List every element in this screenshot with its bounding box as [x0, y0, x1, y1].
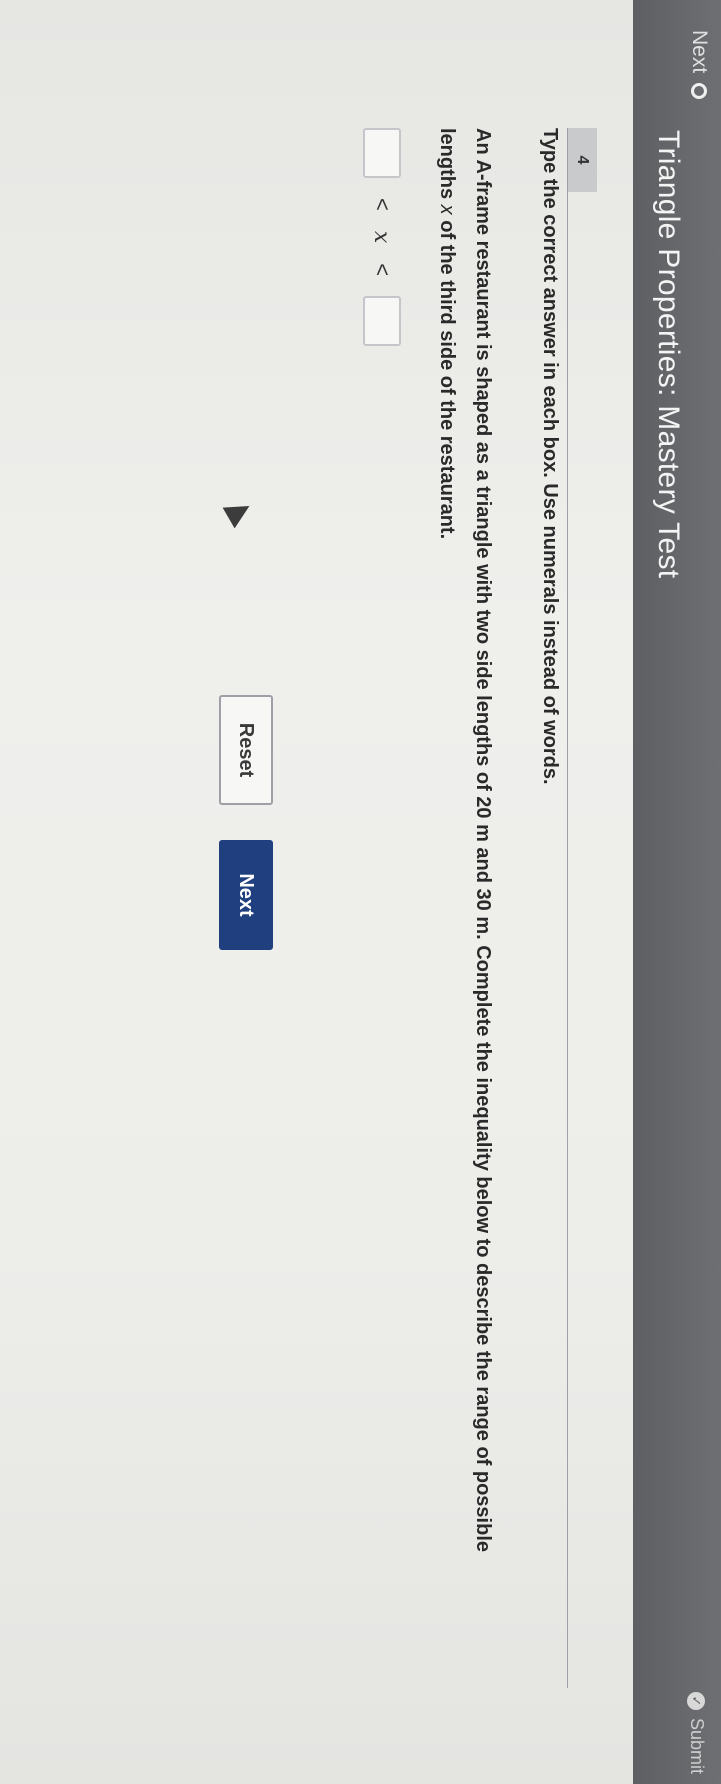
circle-icon	[691, 83, 707, 100]
submit-button[interactable]: ✓ Submit	[686, 1691, 707, 1774]
question-prompt: An A-frame restaurant is shaped as a tri…	[429, 128, 501, 1668]
less-than-symbol: <	[370, 198, 395, 211]
top-bar: Next Triangle Properties: Mastery Test ✓…	[633, 0, 721, 1784]
page-title: Triangle Properties: Mastery Test	[652, 130, 685, 579]
instruction-text: Type the correct answer in each box. Use…	[539, 128, 561, 785]
lower-bound-input[interactable]	[363, 128, 401, 178]
less-than-symbol: <	[370, 263, 395, 277]
prompt-line-2-start: lengths	[436, 128, 458, 205]
prompt-variable: x	[436, 204, 458, 215]
inequality-row: < x <	[363, 128, 401, 347]
nav-next-button[interactable]: Next	[687, 30, 711, 100]
mouse-pointer-icon	[222, 495, 256, 529]
test-page: Next Triangle Properties: Mastery Test ✓…	[0, 0, 721, 1784]
nav-next-label: Next	[688, 30, 711, 74]
question-number: 4	[567, 128, 597, 192]
next-button[interactable]: Next	[219, 840, 273, 950]
divider	[567, 128, 568, 1688]
reset-button[interactable]: Reset	[219, 695, 273, 805]
upper-bound-input[interactable]	[363, 296, 401, 347]
submit-label: Submit	[687, 1717, 707, 1774]
prompt-line-1: An A-frame restaurant is shaped as a tri…	[472, 128, 494, 1553]
variable-x: x	[369, 230, 395, 244]
check-circle-icon: ✓	[687, 1691, 706, 1710]
prompt-line-2-end: of the third side of the restaurant.	[436, 214, 458, 540]
